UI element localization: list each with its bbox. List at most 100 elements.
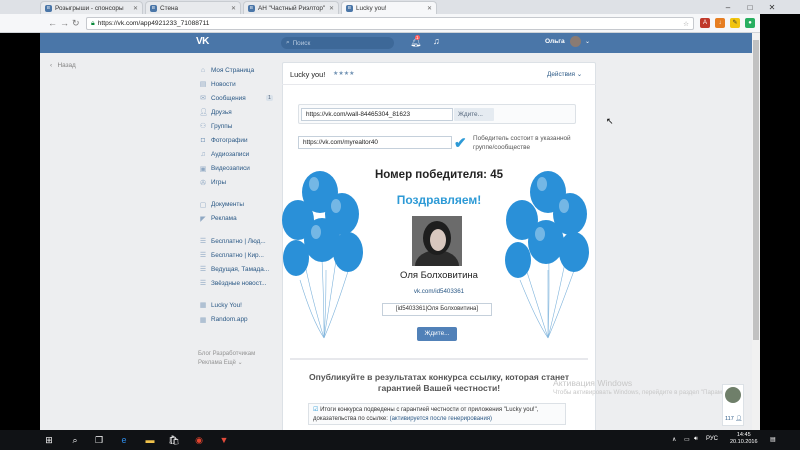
close-icon[interactable]: ✕	[133, 5, 138, 12]
sidebar-item-bookmark-1[interactable]: ☰ Бесплатно | Люд...	[199, 234, 273, 248]
sidebar-item-lucky-you[interactable]: ▦ Lucky You!	[199, 298, 273, 312]
browser-tab-3[interactable]: в АН "Частный Риэлтор" ✕	[243, 1, 339, 14]
chevron-left-icon: ‹	[50, 62, 53, 69]
edge-icon[interactable]: e	[113, 430, 135, 450]
sidebar-item-video[interactable]: ▣ Видеозаписи	[199, 162, 273, 176]
chat-count-number: 117	[725, 416, 734, 422]
footer-links[interactable]: Блог Разработчикам	[198, 350, 255, 359]
back-arrow-icon[interactable]: ←	[48, 18, 57, 28]
sidebar-item-label: Ведущая, Тамада...	[211, 265, 270, 273]
browser-tab-1[interactable]: в Розыгрыши - спонсоры ✕	[40, 1, 143, 14]
vk-icon: в	[248, 4, 255, 12]
notice-link[interactable]: (активируется после генерирования)	[390, 416, 492, 422]
person-icon: 👤︎	[735, 416, 743, 422]
sidebar-item-groups[interactable]: ⚇ Группы	[199, 119, 273, 133]
store-icon[interactable]: 🛍︎	[163, 430, 185, 450]
sidebar-item-ads[interactable]: ◤ Реклама	[199, 212, 273, 226]
sidebar-item-documents[interactable]: ▢ Документы	[199, 198, 273, 212]
chevron-down-icon[interactable]: ⌄	[585, 38, 590, 45]
clock[interactable]: 14:45 20.10.2016	[730, 432, 758, 446]
window-close-icon[interactable]: ✕	[761, 0, 783, 14]
search-icon[interactable]: ⌕	[64, 430, 86, 450]
avatar[interactable]	[570, 36, 581, 47]
vk-header	[40, 33, 752, 53]
close-icon[interactable]: ✕	[427, 5, 432, 12]
mouse-cursor-icon: ↖	[606, 116, 614, 126]
sidebar-item-friends[interactable]: 👤︎ Друзья	[199, 105, 273, 119]
user-name[interactable]: Ольга	[545, 38, 565, 45]
games-icon: ✇	[200, 179, 206, 187]
group-url-field[interactable]: https://vk.com/myrealtor40	[298, 136, 452, 149]
task-view-icon[interactable]: ❐	[88, 430, 110, 450]
notification-center-icon[interactable]: ▤	[770, 436, 776, 443]
left-menu: ⌂ Моя Страница ▤ Новости ✉ Сообщения 1 👤︎ Дру…	[199, 63, 273, 327]
winner-portrait-image	[412, 216, 462, 266]
home-icon: ⌂	[200, 66, 206, 74]
right-letterbox	[760, 14, 800, 430]
tab-title: АН "Частный Риэлтор"	[258, 4, 326, 12]
sidebar-item-random-app[interactable]: ▦ Random.app	[199, 313, 273, 327]
music-icon[interactable]: ♫	[433, 36, 440, 46]
scrollbar-thumb[interactable]	[753, 40, 759, 340]
extension-icon[interactable]: ↓	[715, 18, 725, 28]
sidebar-item-news[interactable]: ▤ Новости	[199, 77, 273, 91]
network-icon[interactable]: ▭	[684, 436, 690, 443]
extension-icon[interactable]: A	[700, 18, 710, 28]
sidebar-item-label: Моя Страница	[211, 66, 255, 74]
sidebar-item-bookmark-4[interactable]: ☰ Звёздные новост...	[199, 276, 273, 290]
chat-avatar[interactable]	[725, 387, 741, 403]
folder-icon[interactable]: ▬	[139, 430, 161, 450]
url-field[interactable]: 🔒︎ https://vk.com/app4921233_71088711 ☆	[86, 17, 694, 30]
volume-icon[interactable]: 🔊︎	[694, 436, 698, 443]
sidebar-item-audio[interactable]: ♫ Аудиозаписи	[199, 148, 273, 162]
winner-profile-link[interactable]: vk.com/id5403361	[282, 288, 596, 295]
extension-icon[interactable]: ●	[745, 18, 755, 28]
sidebar-item-label: Random.app	[211, 316, 248, 324]
sidebar-item-label: Друзья	[211, 108, 232, 116]
lock-icon: 🔒︎	[91, 19, 95, 27]
video-icon: ▣	[199, 165, 207, 173]
search-input[interactable]: ⌕ Поиск	[281, 37, 394, 49]
sidebar-item-label: Видеозаписи	[211, 165, 250, 173]
reload-icon[interactable]: ↻	[72, 18, 80, 29]
language-indicator[interactable]: РУС	[706, 436, 718, 442]
messages-icon: ✉	[200, 95, 206, 103]
sidebar-item-label: Фотографии	[211, 137, 248, 145]
maximize-icon[interactable]: □	[739, 0, 761, 14]
vk-logo[interactable]: VK	[196, 36, 209, 47]
sidebar-item-games[interactable]: ✇ Игры	[199, 176, 273, 190]
post-wait-button[interactable]: Ждите...	[454, 108, 494, 121]
app-v-icon[interactable]: ▼	[213, 430, 235, 450]
divider	[282, 84, 596, 85]
url-text: https://vk.com/app4921233_71088711	[97, 20, 210, 27]
close-icon[interactable]: ✕	[231, 5, 236, 12]
sidebar-item-bookmark-2[interactable]: ☰ Бесплатно | Кир...	[199, 248, 273, 262]
sidebar-item-messages[interactable]: ✉ Сообщения 1	[199, 91, 273, 105]
sidebar-item-label: Бесплатно | Люд...	[211, 237, 266, 245]
checkmark-icon[interactable]: ✔	[454, 134, 467, 152]
back-link[interactable]: ‹ Назад	[50, 62, 76, 69]
result-notice[interactable]: ☑ Итоги конкурса подведены с гарантией ч…	[308, 403, 566, 425]
chrome-icon[interactable]: ◉	[188, 430, 210, 450]
forward-arrow-icon[interactable]: →	[60, 18, 69, 28]
sidebar-item-bookmark-3[interactable]: ☰ Ведущая, Тамада...	[199, 262, 273, 276]
extension-icon[interactable]: ✎	[730, 18, 740, 28]
footer-links[interactable]: Реклама Ещё ⌄	[198, 359, 255, 368]
post-url-field[interactable]: https://vk.com/wall-84465304_81623	[301, 108, 453, 121]
sidebar-item-label: Группы	[211, 122, 233, 130]
wait-button[interactable]: Ждите...	[417, 327, 457, 341]
chevron-up-icon[interactable]: ∧	[672, 436, 676, 443]
app-rating: ★★★★	[333, 71, 355, 77]
browser-tab-2[interactable]: в Стена ✕	[145, 1, 241, 14]
winner-photo[interactable]	[412, 216, 462, 266]
audio-icon: ♫	[200, 151, 206, 159]
sidebar-item-photos[interactable]: ◘ Фотографии	[199, 133, 273, 147]
actions-dropdown[interactable]: Действия ⌄	[547, 70, 582, 78]
close-icon[interactable]: ✕	[329, 5, 334, 12]
star-icon[interactable]: ☆	[683, 20, 689, 28]
sidebar-item-my-page[interactable]: ⌂ Моя Страница	[199, 63, 273, 77]
winner-tag-field[interactable]: [id5403361|Оля Болховитина]	[382, 303, 492, 316]
minimize-icon[interactable]: –	[717, 0, 739, 14]
windows-start-icon[interactable]: ⊞	[38, 430, 60, 450]
browser-tab-4[interactable]: в Lucky you! ✕	[341, 1, 437, 14]
